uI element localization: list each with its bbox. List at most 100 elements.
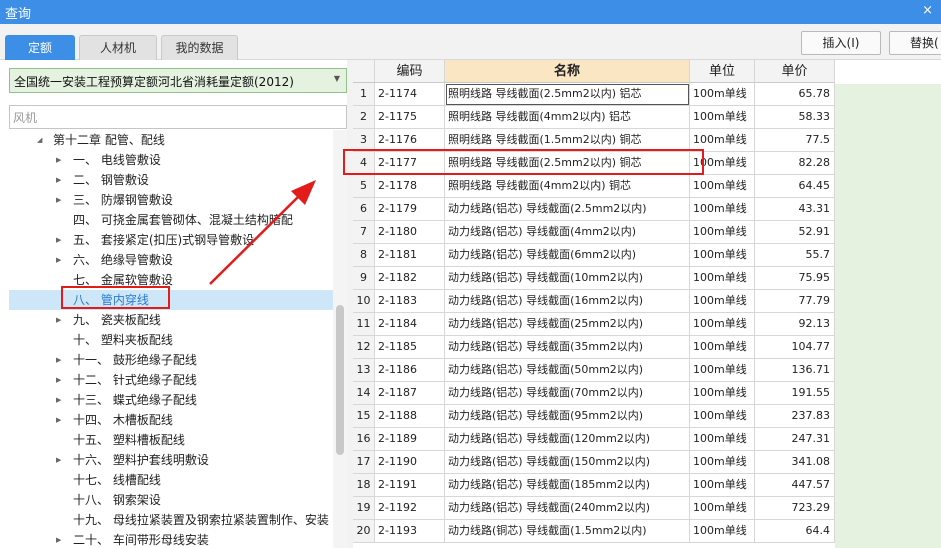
- code-cell[interactable]: 2-1177: [375, 152, 445, 175]
- unit-cell[interactable]: 100m单线: [690, 175, 755, 198]
- price-cell[interactable]: 104.77: [755, 336, 835, 359]
- row-number[interactable]: 9: [353, 267, 375, 290]
- row-number[interactable]: 12: [353, 336, 375, 359]
- row-number[interactable]: 10: [353, 290, 375, 313]
- row-number[interactable]: 1: [353, 83, 375, 106]
- chevron-down-icon[interactable]: ▼: [334, 74, 340, 83]
- row-number[interactable]: 20: [353, 520, 375, 543]
- name-cell[interactable]: 动力线路(铝芯) 导线截面(95mm2以内): [445, 405, 690, 428]
- expand-triangle-icon[interactable]: ▶: [56, 190, 61, 210]
- column-header-price[interactable]: 单价: [755, 60, 835, 83]
- replace-button[interactable]: 替换(: [889, 31, 941, 55]
- unit-cell[interactable]: 100m单线: [690, 451, 755, 474]
- tab-labor-material-machine[interactable]: 人材机: [79, 35, 157, 60]
- price-cell[interactable]: 75.95: [755, 267, 835, 290]
- expand-triangle-icon[interactable]: ▶: [56, 150, 61, 170]
- name-cell[interactable]: 照明线路 导线截面(2.5mm2以内) 铝芯: [445, 83, 690, 106]
- column-header-unit[interactable]: 单位: [690, 60, 755, 83]
- unit-cell[interactable]: 100m单线: [690, 290, 755, 313]
- row-number[interactable]: 6: [353, 198, 375, 221]
- unit-cell[interactable]: 100m单线: [690, 244, 755, 267]
- name-cell[interactable]: 动力线路(铝芯) 导线截面(35mm2以内): [445, 336, 690, 359]
- unit-cell[interactable]: 100m单线: [690, 83, 755, 106]
- name-cell[interactable]: 照明线路 导线截面(4mm2以内) 铝芯: [445, 106, 690, 129]
- name-cell[interactable]: 动力线路(铝芯) 导线截面(150mm2以内): [445, 451, 690, 474]
- code-cell[interactable]: 2-1193: [375, 520, 445, 543]
- unit-cell[interactable]: 100m单线: [690, 221, 755, 244]
- code-cell[interactable]: 2-1191: [375, 474, 445, 497]
- code-cell[interactable]: 2-1182: [375, 267, 445, 290]
- tree-item[interactable]: ▶ 五、 套接紧定(扣压)式钢导管敷设: [9, 230, 333, 250]
- price-cell[interactable]: 447.57: [755, 474, 835, 497]
- unit-cell[interactable]: 100m单线: [690, 405, 755, 428]
- name-cell[interactable]: 动力线路(铝芯) 导线截面(4mm2以内): [445, 221, 690, 244]
- tree-scrollbar[interactable]: [333, 130, 347, 548]
- table-row[interactable]: 2 2-1175 照明线路 导线截面(4mm2以内) 铝芯 100m单线 58.33: [353, 106, 835, 129]
- unit-cell[interactable]: 100m单线: [690, 267, 755, 290]
- table-row[interactable]: 18 2-1191 动力线路(铝芯) 导线截面(185mm2以内) 100m单线 447…: [353, 474, 835, 497]
- code-cell[interactable]: 2-1187: [375, 382, 445, 405]
- price-cell[interactable]: 64.45: [755, 175, 835, 198]
- expand-triangle-icon[interactable]: ▶: [56, 250, 61, 270]
- table-row[interactable]: 13 2-1186 动力线路(铝芯) 导线截面(50mm2以内) 100m单线 136.…: [353, 359, 835, 382]
- tree-item[interactable]: ▶ 三、 防爆钢管敷设: [9, 190, 333, 210]
- close-icon[interactable]: ×: [922, 3, 933, 18]
- tree-item[interactable]: 十九、 母线拉紧装置及钢索拉紧装置制作、安装: [9, 510, 333, 530]
- quota-library-select[interactable]: 全国统一安装工程预算定额河北省消耗量定额(2012) ▼: [9, 68, 347, 93]
- row-number[interactable]: 2: [353, 106, 375, 129]
- tree-item[interactable]: ▶ 十二、 针式绝缘子配线: [9, 370, 333, 390]
- unit-cell[interactable]: 100m单线: [690, 198, 755, 221]
- price-cell[interactable]: 43.31: [755, 198, 835, 221]
- tree-item[interactable]: 十、 塑料夹板配线: [9, 330, 333, 350]
- row-number[interactable]: 8: [353, 244, 375, 267]
- insert-button[interactable]: 插入(I): [801, 31, 881, 55]
- price-cell[interactable]: 65.78: [755, 83, 835, 106]
- column-header-name[interactable]: 名称: [445, 60, 690, 83]
- name-cell[interactable]: 动力线路(铝芯) 导线截面(6mm2以内): [445, 244, 690, 267]
- price-cell[interactable]: 64.4: [755, 520, 835, 543]
- tree-item[interactable]: ▶ 十三、 蝶式绝缘子配线: [9, 390, 333, 410]
- table-row[interactable]: 5 2-1178 照明线路 导线截面(4mm2以内) 铜芯 100m单线 64.45: [353, 175, 835, 198]
- expand-triangle-icon[interactable]: ▶: [56, 310, 61, 330]
- table-row[interactable]: 3 2-1176 照明线路 导线截面(1.5mm2以内) 铜芯 100m单线 77.5: [353, 129, 835, 152]
- code-cell[interactable]: 2-1174: [375, 83, 445, 106]
- unit-cell[interactable]: 100m单线: [690, 474, 755, 497]
- tree-item[interactable]: ▶ 二、 钢管敷设: [9, 170, 333, 190]
- table-row[interactable]: 10 2-1183 动力线路(铝芯) 导线截面(16mm2以内) 100m单线 77.7…: [353, 290, 835, 313]
- row-number[interactable]: 4: [353, 152, 375, 175]
- name-cell[interactable]: 动力线路(铜芯) 导线截面(1.5mm2以内): [445, 520, 690, 543]
- code-cell[interactable]: 2-1175: [375, 106, 445, 129]
- tree-item[interactable]: 七、 金属软管敷设: [9, 270, 333, 290]
- expand-triangle-icon[interactable]: ▶: [56, 370, 61, 390]
- code-cell[interactable]: 2-1188: [375, 405, 445, 428]
- table-row[interactable]: 8 2-1181 动力线路(铝芯) 导线截面(6mm2以内) 100m单线 55.7: [353, 244, 835, 267]
- search-input[interactable]: 风机: [9, 105, 347, 129]
- price-cell[interactable]: 77.5: [755, 129, 835, 152]
- code-cell[interactable]: 2-1178: [375, 175, 445, 198]
- table-row[interactable]: 15 2-1188 动力线路(铝芯) 导线截面(95mm2以内) 100m单线 237.…: [353, 405, 835, 428]
- price-cell[interactable]: 237.83: [755, 405, 835, 428]
- price-cell[interactable]: 77.79: [755, 290, 835, 313]
- tree-item[interactable]: ▶ 九、 瓷夹板配线: [9, 310, 333, 330]
- price-cell[interactable]: 191.55: [755, 382, 835, 405]
- name-cell[interactable]: 动力线路(铝芯) 导线截面(25mm2以内): [445, 313, 690, 336]
- name-cell[interactable]: 动力线路(铝芯) 导线截面(2.5mm2以内): [445, 198, 690, 221]
- expand-triangle-icon[interactable]: ▶: [56, 170, 61, 190]
- table-row[interactable]: 1 2-1174 照明线路 导线截面(2.5mm2以内) 铝芯 100m单线 65.78: [353, 83, 835, 106]
- table-row[interactable]: 20 2-1193 动力线路(铜芯) 导线截面(1.5mm2以内) 100m单线 64.…: [353, 520, 835, 543]
- name-cell[interactable]: 照明线路 导线截面(1.5mm2以内) 铜芯: [445, 129, 690, 152]
- scrollbar-thumb[interactable]: [336, 305, 344, 455]
- row-number[interactable]: 5: [353, 175, 375, 198]
- table-row[interactable]: 17 2-1190 动力线路(铝芯) 导线截面(150mm2以内) 100m单线 341…: [353, 451, 835, 474]
- expand-triangle-icon[interactable]: ▶: [56, 450, 61, 470]
- unit-cell[interactable]: 100m单线: [690, 359, 755, 382]
- collapse-triangle-icon[interactable]: ◢: [37, 130, 42, 150]
- table-row[interactable]: 14 2-1187 动力线路(铝芯) 导线截面(70mm2以内) 100m单线 191.…: [353, 382, 835, 405]
- unit-cell[interactable]: 100m单线: [690, 129, 755, 152]
- row-number[interactable]: 15: [353, 405, 375, 428]
- tab-my-data[interactable]: 我的数据: [161, 35, 238, 60]
- price-cell[interactable]: 82.28: [755, 152, 835, 175]
- unit-cell[interactable]: 100m单线: [690, 106, 755, 129]
- expand-triangle-icon[interactable]: ▶: [56, 530, 61, 548]
- name-cell[interactable]: 动力线路(铝芯) 导线截面(16mm2以内): [445, 290, 690, 313]
